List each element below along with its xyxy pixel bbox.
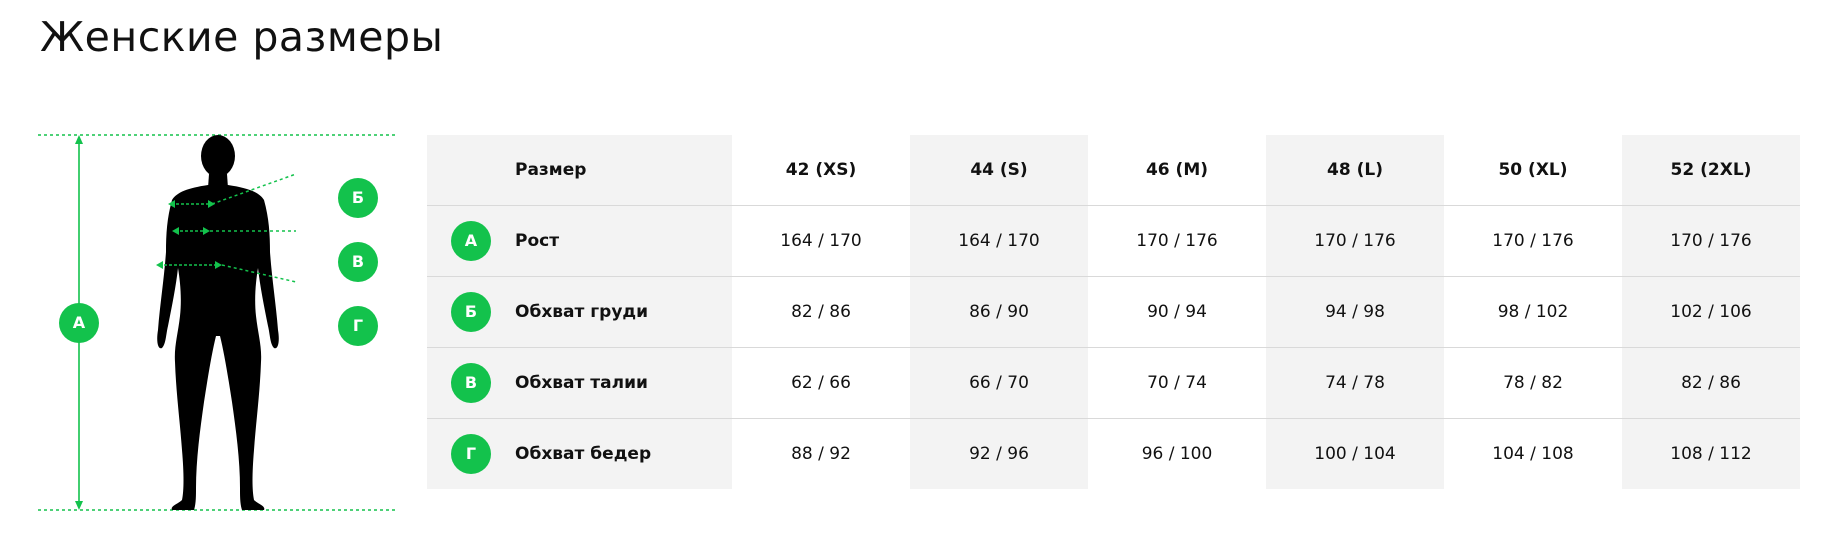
table-header-row: Размер 42 (XS) 44 (S) 46 (M) 48 (L) 50 (…	[427, 135, 1800, 206]
height-arrow-bottom	[75, 501, 83, 510]
header-label-cell: Размер	[427, 135, 732, 206]
table-cell: 86 / 90	[910, 276, 1088, 348]
table-cell: 82 / 86	[1622, 347, 1800, 419]
row-label: Обхват груди	[515, 302, 649, 322]
hips-badge: Г	[338, 306, 378, 346]
table-row: Г Обхват бедер 88 / 92 92 / 96 96 / 100 …	[427, 418, 1800, 489]
table-cell: 88 / 92	[791, 444, 851, 464]
table-cell: 170 / 176	[1088, 205, 1266, 277]
table-cell: 102 / 106	[1622, 276, 1800, 348]
row-label: Обхват бедер	[515, 444, 652, 464]
table-cell: 108 / 112	[1622, 418, 1800, 489]
size-header: 48 (L)	[1266, 135, 1444, 206]
table-cell: 170 / 176	[1622, 205, 1800, 277]
chest-badge: Б	[338, 178, 378, 218]
table-cell: 164 / 170	[732, 205, 910, 277]
table-row: Б Обхват груди 82 / 86 86 / 90 90 / 94 9…	[427, 276, 1800, 348]
row-label: Обхват талии	[515, 373, 648, 393]
table-cell: 92 / 96	[910, 418, 1088, 489]
row-badge: В	[451, 363, 491, 403]
row-label-cell: Б Обхват груди	[427, 276, 732, 348]
size-header: 46 (M)	[1088, 135, 1266, 206]
table-cell: 70 / 74	[1088, 347, 1266, 419]
size-header: 44 (S)	[910, 135, 1088, 206]
table-cell: 98 / 102	[1444, 276, 1622, 348]
row-label: Рост	[515, 231, 560, 251]
height-arrow-top	[75, 135, 83, 144]
female-silhouette	[157, 135, 279, 510]
size-header: 50 (XL)	[1444, 135, 1622, 206]
table-cell: 164 / 170	[910, 205, 1088, 277]
row-label-cell: Г Обхват бедер	[427, 418, 732, 489]
height-badge: А	[59, 303, 99, 343]
row-badge: Г	[451, 434, 491, 474]
table-cell: 66 / 70	[910, 347, 1088, 419]
table-cell: 170 / 176	[1444, 205, 1622, 277]
table-row: В Обхват талии 62 / 66 66 / 70 70 / 74 7…	[427, 347, 1800, 419]
table-row: А Рост 164 / 170 164 / 170 170 / 176 170…	[427, 205, 1800, 277]
table-cell: 90 / 94	[1088, 276, 1266, 348]
table-cell: 82 / 86	[732, 276, 910, 348]
table-cell: 74 / 78	[1266, 347, 1444, 419]
table-cell: 100 / 104	[1266, 418, 1444, 489]
row-label-cell: В Обхват талии	[427, 347, 732, 419]
row-badge: А	[451, 221, 491, 261]
table-cell: 170 / 176	[1266, 205, 1444, 277]
page-title: Женские размеры	[40, 13, 444, 61]
table-cell: 96 / 100	[1141, 444, 1213, 464]
body-measurement-figure: А Б В Г	[38, 130, 400, 516]
size-header: 42 (XS)	[732, 135, 910, 206]
table-cell: 78 / 82	[1444, 347, 1622, 419]
size-header: 52 (2XL)	[1622, 135, 1800, 206]
waist-badge: В	[338, 242, 378, 282]
table-cell: 104 / 108	[1492, 444, 1574, 464]
size-table: Размер 42 (XS) 44 (S) 46 (M) 48 (L) 50 (…	[427, 135, 1800, 489]
row-label-cell: А Рост	[427, 205, 732, 277]
table-cell: 62 / 66	[732, 347, 910, 419]
row-badge: Б	[451, 292, 491, 332]
table-cell: 94 / 98	[1266, 276, 1444, 348]
header-label: Размер	[515, 160, 587, 180]
